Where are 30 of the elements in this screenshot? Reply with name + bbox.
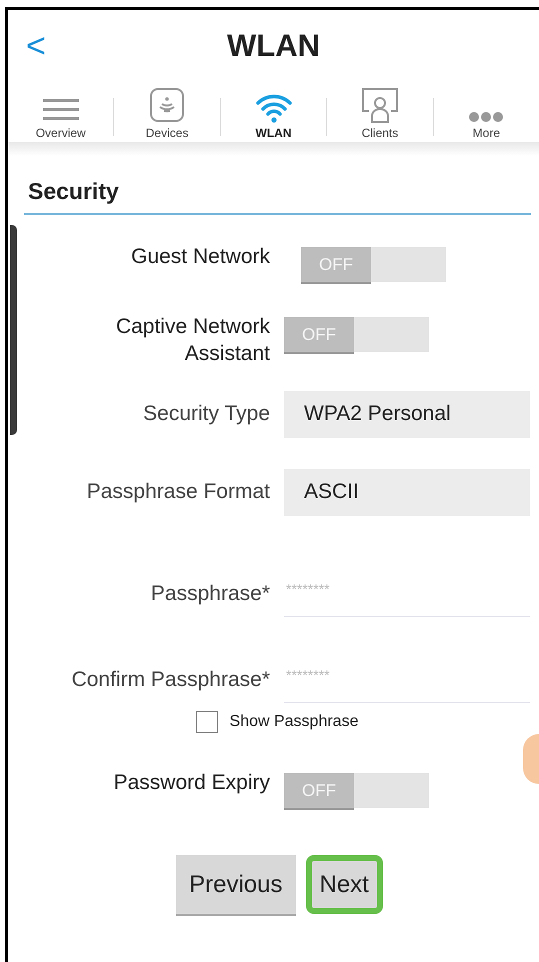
nav-tab[interactable]: WLAN	[220, 82, 326, 142]
field-label: Confirm Passphrase*	[70, 666, 270, 693]
next-button[interactable]: Next	[306, 855, 383, 914]
password-field[interactable]: ********	[284, 577, 530, 617]
back-button[interactable]: <	[8, 29, 48, 63]
nav-tab[interactable]: Clients	[327, 82, 433, 142]
scroll-handle[interactable]	[10, 225, 17, 435]
nav-tab[interactable]: More	[434, 82, 539, 142]
dropdown-field[interactable]: WPA2 Personal	[284, 390, 530, 438]
dropdown-field[interactable]: ASCII	[284, 468, 530, 516]
field-label: Passphrase*	[150, 580, 270, 607]
field-label: Passphrase Format	[86, 479, 270, 506]
field-label: Captive Network Assistant	[114, 314, 270, 368]
section-title: Security	[28, 178, 119, 204]
access-point-icon	[149, 87, 186, 123]
checkbox-label: Show Passphrase	[230, 713, 358, 731]
nav-tab[interactable]: Overview	[8, 82, 114, 142]
password-field[interactable]: ********	[284, 663, 530, 703]
nav-tab[interactable]: Devices	[114, 82, 220, 142]
menu-icon	[40, 97, 81, 123]
wifi-icon	[254, 93, 293, 123]
floating-bubble[interactable]	[523, 734, 539, 784]
person-screen-icon	[360, 87, 399, 123]
field-label: Guest Network	[131, 244, 270, 270]
previous-button[interactable]: Previous	[176, 855, 296, 914]
field-label: Security Type	[142, 401, 270, 428]
field-label: Password Expiry	[114, 770, 270, 796]
page-title: WLAN	[227, 28, 320, 63]
checkbox[interactable]	[196, 711, 218, 733]
more-icon	[468, 111, 504, 123]
